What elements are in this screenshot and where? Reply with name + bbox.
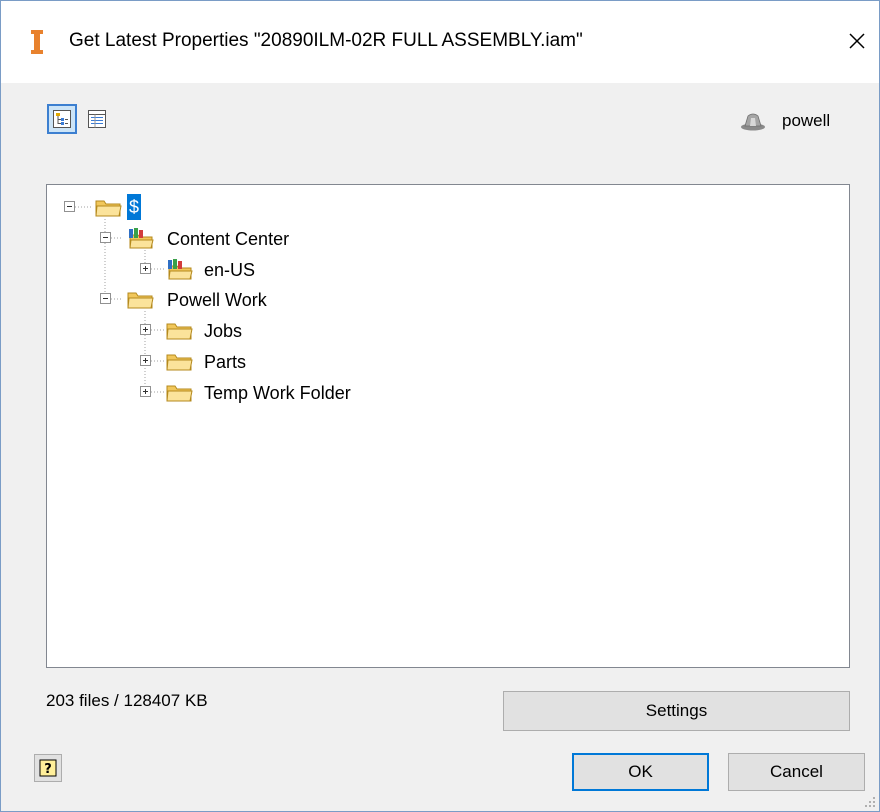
help-button[interactable]: ? bbox=[34, 754, 62, 782]
folder-icon bbox=[166, 323, 193, 340]
list-view-icon bbox=[88, 110, 106, 128]
tree-node-label: Content Center bbox=[167, 229, 290, 249]
jobs-expand-toggle[interactable] bbox=[140, 324, 151, 335]
tree-view-button[interactable] bbox=[47, 104, 77, 134]
dialog-window: Get Latest Properties "20890ILM-02R FULL… bbox=[0, 0, 880, 812]
tree-node-label: en-US bbox=[204, 260, 256, 280]
help-icon: ? bbox=[39, 759, 57, 777]
settings-button[interactable]: Settings bbox=[503, 691, 850, 731]
vault-user-icon bbox=[741, 113, 765, 131]
folder-icon bbox=[166, 354, 193, 371]
close-button[interactable] bbox=[839, 23, 875, 59]
parts-expand-toggle[interactable] bbox=[140, 355, 151, 366]
folder-icon bbox=[95, 200, 122, 217]
user-name: powell bbox=[782, 111, 831, 130]
svg-text:?: ? bbox=[44, 762, 52, 777]
tree-node-label: Powell Work bbox=[167, 290, 267, 310]
folder-tree[interactable]: $ Content Center en-US Powell Work Jobs … bbox=[46, 184, 850, 668]
root-collapse-toggle[interactable] bbox=[64, 201, 75, 212]
resize-grip-icon[interactable] bbox=[863, 795, 877, 809]
list-view-button[interactable] bbox=[82, 104, 112, 134]
temp-work-folder-expand-toggle[interactable] bbox=[140, 386, 151, 397]
tree-node-label: $ bbox=[127, 194, 142, 220]
en-us-expand-toggle[interactable] bbox=[140, 263, 151, 274]
close-icon bbox=[849, 33, 865, 49]
tree-node-label: Parts bbox=[204, 352, 247, 372]
library-folder-icon bbox=[168, 259, 193, 280]
folder-icon bbox=[127, 292, 154, 309]
cancel-button[interactable]: Cancel bbox=[728, 753, 865, 791]
file-summary: 203 files / 128407 KB bbox=[46, 691, 208, 710]
inventor-app-icon bbox=[31, 30, 43, 54]
folder-icon bbox=[166, 385, 193, 402]
tree-view-icon bbox=[53, 110, 71, 128]
title-bar: Get Latest Properties "20890ILM-02R FULL… bbox=[1, 1, 879, 83]
tree-node-label: Jobs bbox=[204, 321, 243, 341]
ok-button[interactable]: OK bbox=[572, 753, 709, 791]
content-center-collapse-toggle[interactable] bbox=[100, 232, 111, 243]
tree-node-label: Temp Work Folder bbox=[204, 383, 351, 403]
window-title: Get Latest Properties "20890ILM-02R FULL… bbox=[69, 30, 583, 51]
library-folder-icon bbox=[129, 228, 154, 249]
powell-work-collapse-toggle[interactable] bbox=[100, 293, 111, 304]
